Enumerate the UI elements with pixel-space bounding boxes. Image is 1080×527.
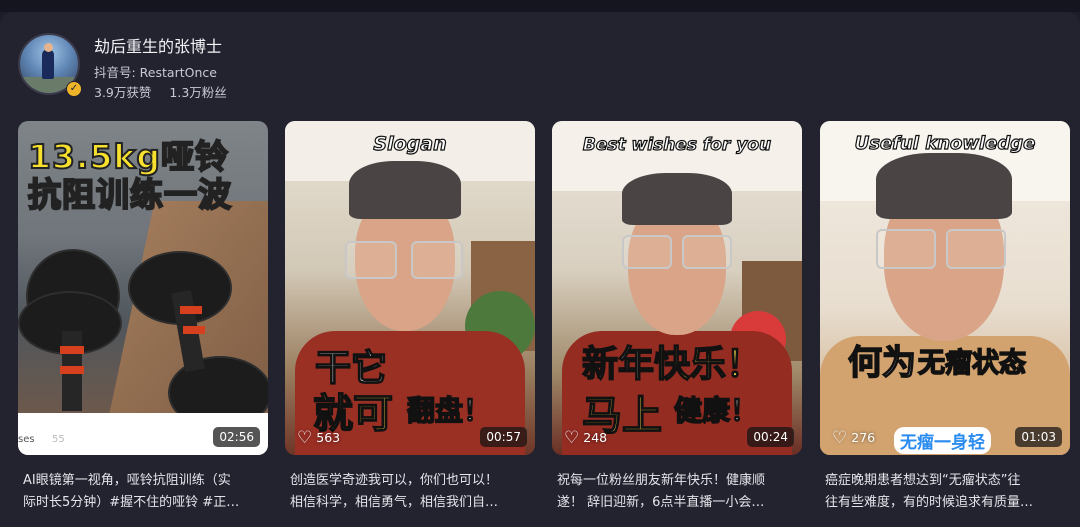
video-description[interactable]: 祝每一位粉丝朋友新年快乐！健康顺 遂！ 辞旧迎新，6点半直播一小会…: [557, 470, 802, 514]
video-description[interactable]: 癌症晚期患者想达到“无瘤状态”往 往有些难度，有的时候追求有质量…: [825, 470, 1070, 514]
video-overlay-text: 快乐！: [653, 343, 763, 386]
video-duration: 00:24: [747, 427, 794, 447]
heart-icon: ♡: [297, 427, 313, 448]
douyin-id: 抖音号: RestartOnce: [94, 65, 217, 80]
video-overlay-text: 健康！: [673, 393, 759, 428]
verified-badge-icon: ✓: [66, 81, 82, 97]
top-bar: [0, 0, 1080, 12]
heart-icon: ♡: [564, 427, 580, 448]
video-overlay-label: Useful knowledge: [854, 132, 1036, 154]
profile-stats: 3.9万获赞 1.3万粉丝: [94, 82, 227, 101]
fans-count: 1.3万粉丝: [169, 85, 227, 100]
video-likes: ♡ 248: [564, 427, 608, 448]
overlay-text: 55: [52, 434, 65, 445]
likes-count: 3.9万获赞: [94, 85, 152, 100]
video-overlay-text: 无瘤状态: [917, 347, 1027, 380]
video-thumbnail[interactable]: Best wishes for you 新年 快乐！ 马上 健康！ ♡ 248 …: [552, 121, 802, 455]
video-overlay-label: Best wishes for you: [582, 134, 772, 155]
video-duration: 00:57: [480, 427, 527, 447]
video-overlay-text: 新年: [581, 343, 655, 386]
video-overlay-text: 翻盘！: [406, 393, 492, 428]
video-overlay-title: 13.5kg哑铃: [27, 137, 229, 176]
video-likes: ♡ 276: [832, 427, 876, 448]
video-thumbnail[interactable]: Useful knowledge 何为 无瘤状态 无瘤一身轻 ♡ 276 01:…: [820, 121, 1070, 455]
video-sticker: 无瘤一身轻: [894, 427, 991, 454]
video-overlay-title: 抗阻训练一波: [27, 175, 232, 214]
video-description[interactable]: AI眼镜第一视角，哑铃抗阻训练（实 际时长5分钟）#握不住的哑铃 #正…: [23, 470, 268, 514]
video-overlay-label: Slogan: [373, 132, 447, 155]
heart-icon: ♡: [832, 427, 848, 448]
video-description[interactable]: 创造医学奇迹我可以，你们也可以！ 相信科学，相信勇气，相信我们自…: [290, 470, 535, 514]
video-duration: 01:03: [1015, 427, 1062, 447]
video-thumbnail[interactable]: 13.5kg哑铃 抗阻训练一波 ses 55 02:56: [18, 121, 268, 455]
video-overlay-text: 何为: [847, 342, 917, 384]
video-thumbnail[interactable]: Slogan 干它 就可 翻盘！ ♡ 563 00:57: [285, 121, 535, 455]
overlay-text: ses: [18, 434, 35, 445]
video-likes: ♡ 563: [297, 427, 341, 448]
video-duration: 02:56: [213, 427, 260, 447]
profile-name[interactable]: 劫后重生的张博士: [94, 33, 222, 57]
